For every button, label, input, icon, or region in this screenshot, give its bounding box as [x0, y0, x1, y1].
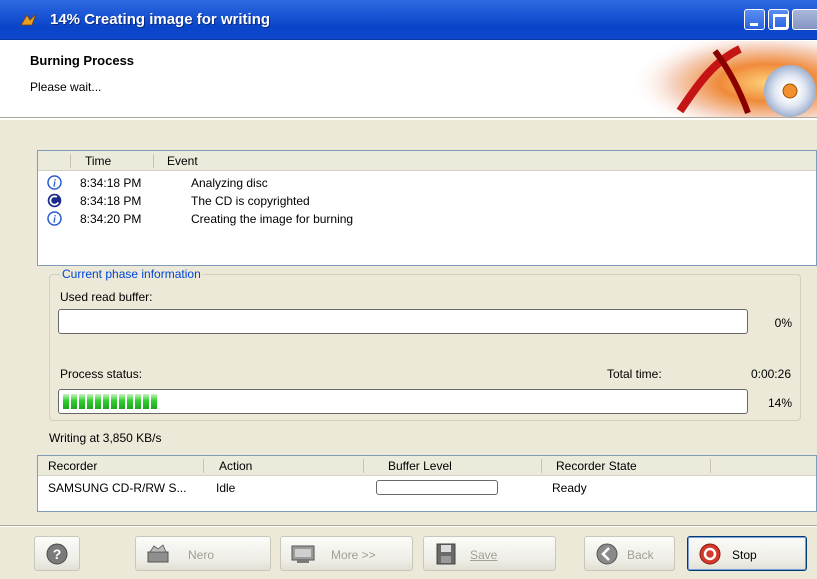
read-buffer-percent: 0% [774, 316, 792, 330]
column-header-recorder[interactable]: Recorder [48, 459, 97, 473]
more-icon [291, 545, 315, 563]
read-buffer-label: Used read buffer: [60, 290, 153, 304]
progress-segment [119, 394, 125, 409]
total-time-label: Total time: [607, 367, 662, 381]
title-bar[interactable]: 14% Creating image for writing [0, 0, 817, 40]
column-header-buffer-level[interactable]: Buffer Level [388, 459, 452, 473]
total-time-value: 0:00:26 [750, 367, 791, 381]
log-time: 8:34:18 PM [80, 194, 142, 208]
nero-logo-icon [620, 41, 817, 117]
page-title: Burning Process [30, 53, 135, 68]
log-row[interactable]: i 8:34:18 PM Analyzing disc [38, 174, 816, 192]
help-icon: ? [46, 543, 68, 565]
column-header-action[interactable]: Action [219, 459, 252, 473]
nero-icon [147, 544, 169, 563]
svg-text:i: i [53, 179, 56, 190]
column-header-recorder-state[interactable]: Recorder State [556, 459, 637, 473]
buffer-level-bar [376, 480, 498, 495]
nero-app-icon [20, 13, 37, 26]
progress-segment [111, 394, 117, 409]
log-event: Analyzing disc [191, 176, 268, 190]
progress-segment [79, 394, 85, 409]
log-event: The CD is copyrighted [191, 194, 310, 208]
event-log-list[interactable]: Time Event i 8:34:18 PM Analyzing disc 8… [37, 150, 817, 266]
recorder-state: Ready [552, 481, 587, 495]
recorder-table[interactable]: Recorder Action Buffer Level Recorder St… [37, 455, 817, 512]
back-button-label: Back [627, 548, 654, 562]
nero-button-label: Nero [188, 548, 215, 562]
writing-speed: Writing at 3,850 KB/s [49, 431, 162, 445]
page-subtitle: Please wait... [30, 80, 102, 94]
wizard-header: Burning Process Please wait... [0, 41, 817, 117]
column-divider[interactable] [710, 459, 711, 473]
column-header-time[interactable]: Time [85, 154, 111, 168]
progress-segment [71, 394, 77, 409]
back-button[interactable]: Back [584, 536, 675, 571]
column-divider[interactable] [70, 154, 71, 168]
maximize-button[interactable] [768, 9, 789, 30]
progress-segment [127, 394, 133, 409]
window-title: 14% Creating image for writing [50, 11, 271, 28]
column-header-event[interactable]: Event [167, 154, 198, 168]
recorder-name: SAMSUNG CD-R/RW S... [48, 481, 187, 495]
progress-segment [95, 394, 101, 409]
recorder-action: Idle [216, 481, 236, 495]
floppy-disk-icon [436, 543, 456, 565]
minimize-button[interactable] [744, 9, 765, 30]
back-arrow-icon [596, 543, 618, 565]
process-percent: 14% [767, 396, 792, 410]
svg-text:i: i [53, 215, 56, 226]
read-buffer-progress-bar [58, 309, 748, 334]
process-status-label: Process status: [60, 367, 143, 381]
stop-button-label: Stop [732, 548, 757, 562]
stop-icon [699, 543, 721, 565]
column-divider[interactable] [541, 459, 542, 473]
info-icon: i [47, 211, 62, 226]
header-divider [0, 117, 817, 119]
recorder-table-header: Recorder Action Buffer Level Recorder St… [38, 456, 816, 476]
process-progress-bar [58, 389, 748, 414]
progress-segment [63, 394, 69, 409]
log-row[interactable]: i 8:34:20 PM Creating the image for burn… [38, 210, 816, 228]
progress-segment [151, 394, 157, 409]
save-button-label: Save [470, 548, 498, 562]
log-event: Creating the image for burning [191, 212, 354, 226]
more-button-label: More >> [331, 548, 376, 562]
copyright-icon [47, 193, 62, 208]
nero-button[interactable]: Nero [135, 536, 271, 571]
save-button[interactable]: Save [423, 536, 556, 571]
process-progress-fill [63, 394, 159, 409]
log-time: 8:34:20 PM [80, 212, 142, 226]
progress-segment [103, 394, 109, 409]
log-row[interactable]: 8:34:18 PM The CD is copyrighted [38, 192, 816, 210]
close-button[interactable] [792, 9, 817, 30]
stop-button[interactable]: Stop [687, 536, 807, 571]
progress-segment [135, 394, 141, 409]
svg-text:?: ? [53, 546, 62, 562]
info-icon: i [47, 175, 62, 190]
current-phase-label: Current phase information [60, 267, 203, 281]
button-row-divider [0, 525, 817, 527]
help-button[interactable]: ? [34, 536, 80, 571]
more-button[interactable]: More >> [280, 536, 413, 571]
event-log-header: Time Event [38, 151, 816, 171]
column-divider[interactable] [363, 459, 364, 473]
progress-segment [87, 394, 93, 409]
progress-segment [143, 394, 149, 409]
column-divider[interactable] [203, 459, 204, 473]
column-divider[interactable] [153, 154, 154, 168]
log-time: 8:34:18 PM [80, 176, 142, 190]
